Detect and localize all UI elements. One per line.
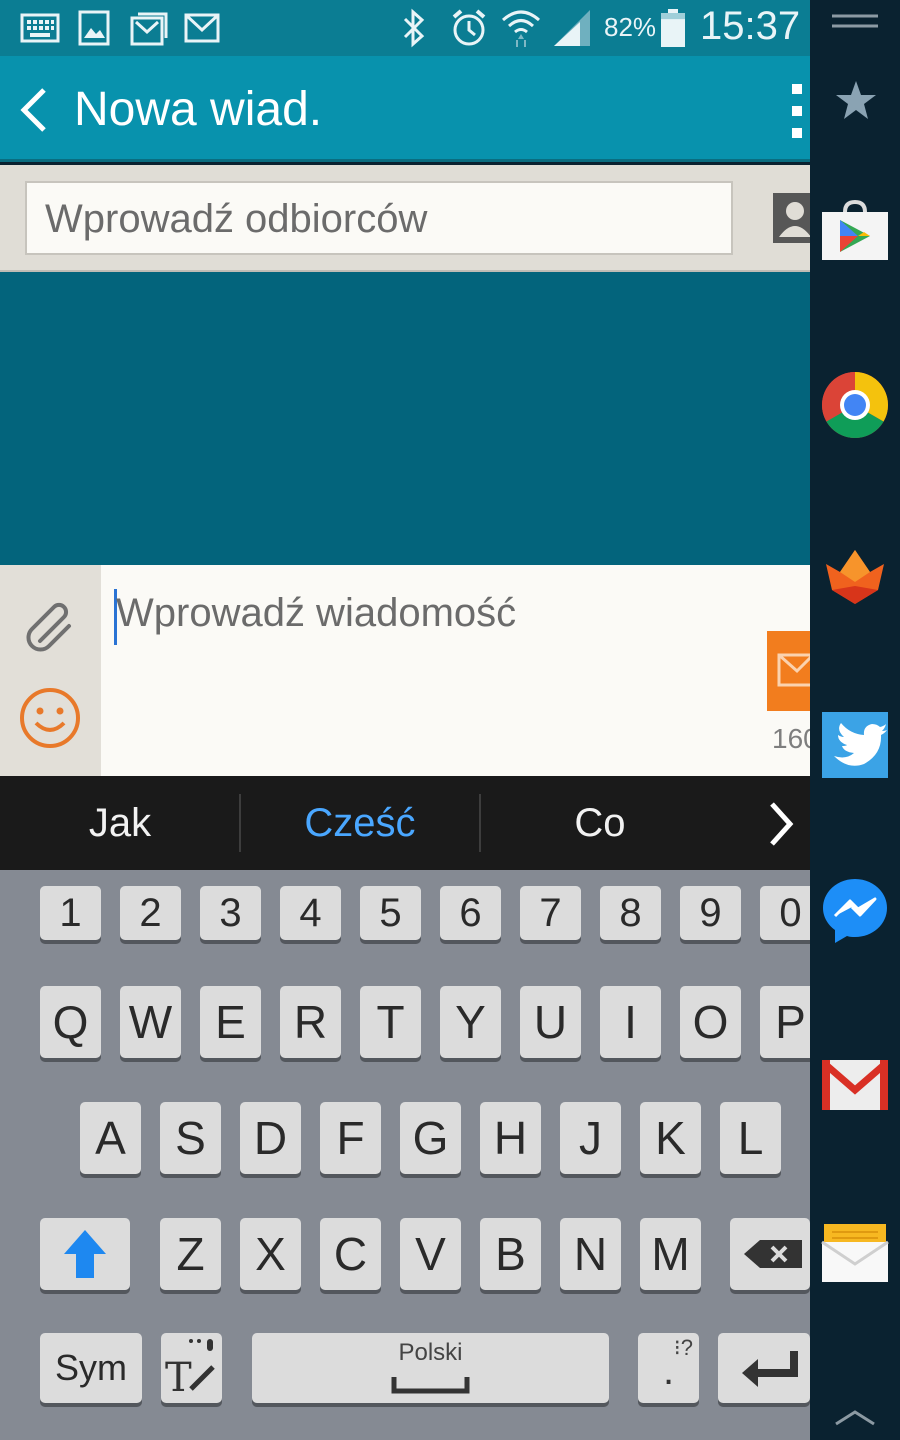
battery-percentage: 82% (604, 12, 657, 42)
recipient-bar: Wprowadź odbiorców (0, 165, 810, 272)
backspace-icon (744, 1240, 802, 1268)
email-app-icon[interactable] (820, 1216, 890, 1286)
key-y[interactable]: Y (440, 986, 501, 1058)
svg-text:T: T (165, 1355, 192, 1401)
key-m[interactable]: M (640, 1218, 701, 1290)
twitter-icon[interactable] (820, 710, 890, 780)
clock: 15:37 (700, 4, 801, 48)
messenger-icon[interactable] (820, 876, 890, 946)
recipient-input[interactable]: Wprowadź odbiorców (25, 181, 733, 255)
key-z[interactable]: Z (160, 1218, 221, 1290)
gallery-icon (130, 10, 168, 50)
enter-key[interactable] (718, 1333, 810, 1403)
sym-key[interactable]: Sym (40, 1333, 142, 1403)
play-store-icon[interactable] (820, 198, 890, 268)
key-p[interactable]: P (760, 986, 810, 1058)
signal-icon (552, 8, 592, 52)
bluetooth-icon (400, 8, 428, 52)
key-f[interactable]: F (320, 1102, 381, 1174)
shift-key[interactable] (40, 1218, 130, 1290)
edge-panel (810, 0, 900, 1440)
key-5[interactable]: 5 (360, 886, 421, 940)
key-b[interactable]: B (480, 1218, 541, 1290)
key-4[interactable]: 4 (280, 886, 341, 940)
key-k[interactable]: K (640, 1102, 701, 1174)
suggestion-bar: Jak Cześć Co (0, 776, 810, 870)
image-icon (78, 10, 110, 50)
keyboard-icon (20, 12, 60, 48)
chrome-icon[interactable] (820, 370, 890, 440)
smiley-icon[interactable] (17, 685, 83, 751)
keyboard: 1 2 3 4 5 6 7 8 9 0 Q W E R T Y U I O P … (0, 870, 810, 1440)
chevron-right-icon[interactable] (760, 798, 800, 850)
paperclip-icon[interactable] (20, 595, 80, 655)
enter-icon (742, 1351, 798, 1387)
chevron-up-icon[interactable] (832, 1404, 878, 1432)
key-s[interactable]: S (160, 1102, 221, 1174)
key-n[interactable]: N (560, 1218, 621, 1290)
key-2[interactable]: 2 (120, 886, 181, 940)
handwriting-key[interactable]: T (161, 1333, 222, 1403)
backspace-key[interactable] (730, 1218, 810, 1290)
conversation-area (0, 272, 810, 565)
key-9[interactable]: 9 (680, 886, 741, 940)
key-u[interactable]: U (520, 986, 581, 1058)
key-i[interactable]: I (600, 986, 661, 1058)
suggestion-item[interactable]: Cześć (240, 776, 480, 870)
key-l[interactable]: L (720, 1102, 781, 1174)
key-7[interactable]: 7 (520, 886, 581, 940)
key-g[interactable]: G (400, 1102, 461, 1174)
key-x[interactable]: X (240, 1218, 301, 1290)
key-e[interactable]: E (200, 986, 261, 1058)
key-3[interactable]: 3 (200, 886, 261, 940)
action-bar: Nowa wiad. (0, 56, 810, 162)
contact-icon[interactable] (773, 193, 810, 243)
shift-arrow-icon (64, 1230, 106, 1278)
key-8[interactable]: 8 (600, 886, 661, 940)
wifi-icon (500, 6, 542, 52)
gmail-app-icon[interactable] (820, 1054, 890, 1124)
send-icon[interactable] (767, 631, 810, 711)
alarm-icon (450, 8, 488, 52)
message-input[interactable]: Wprowadź wiadomość (116, 591, 516, 636)
key-h[interactable]: H (480, 1102, 541, 1174)
chevron-left-icon (20, 88, 46, 132)
key-r[interactable]: R (280, 986, 341, 1058)
composer-actions (0, 565, 101, 776)
drag-handle-icon[interactable] (830, 12, 880, 36)
status-bar: 82% 15:37 (0, 0, 810, 56)
back-button[interactable] (14, 84, 54, 136)
key-v[interactable]: V (400, 1218, 461, 1290)
screen-title: Nowa wiad. (74, 83, 323, 136)
key-a[interactable]: A (80, 1102, 141, 1174)
suggestion-item[interactable]: Jak (0, 776, 240, 870)
key-t[interactable]: T (360, 986, 421, 1058)
battery-icon (660, 8, 686, 52)
key-q[interactable]: Q (40, 986, 101, 1058)
space-key[interactable]: Polski (252, 1333, 609, 1403)
overflow-menu-icon[interactable] (784, 82, 810, 140)
key-d[interactable]: D (240, 1102, 301, 1174)
key-1[interactable]: 1 (40, 886, 101, 940)
handwriting-icon: T (165, 1339, 215, 1401)
suggestion-item[interactable]: Co (480, 776, 720, 870)
key-0[interactable]: 0 (760, 886, 810, 940)
key-w[interactable]: W (120, 986, 181, 1058)
gmail-icon (184, 12, 220, 48)
period-label: . (662, 1349, 675, 1393)
key-c[interactable]: C (320, 1218, 381, 1290)
punctuation-key[interactable]: ⁝? . (638, 1333, 699, 1403)
key-j[interactable]: J (560, 1102, 621, 1174)
fox-app-icon[interactable] (820, 542, 890, 612)
key-6[interactable]: 6 (440, 886, 501, 940)
key-o[interactable]: O (680, 986, 741, 1058)
message-composer: Wprowadź wiadomość 160 (0, 565, 819, 776)
star-icon[interactable] (834, 78, 878, 126)
